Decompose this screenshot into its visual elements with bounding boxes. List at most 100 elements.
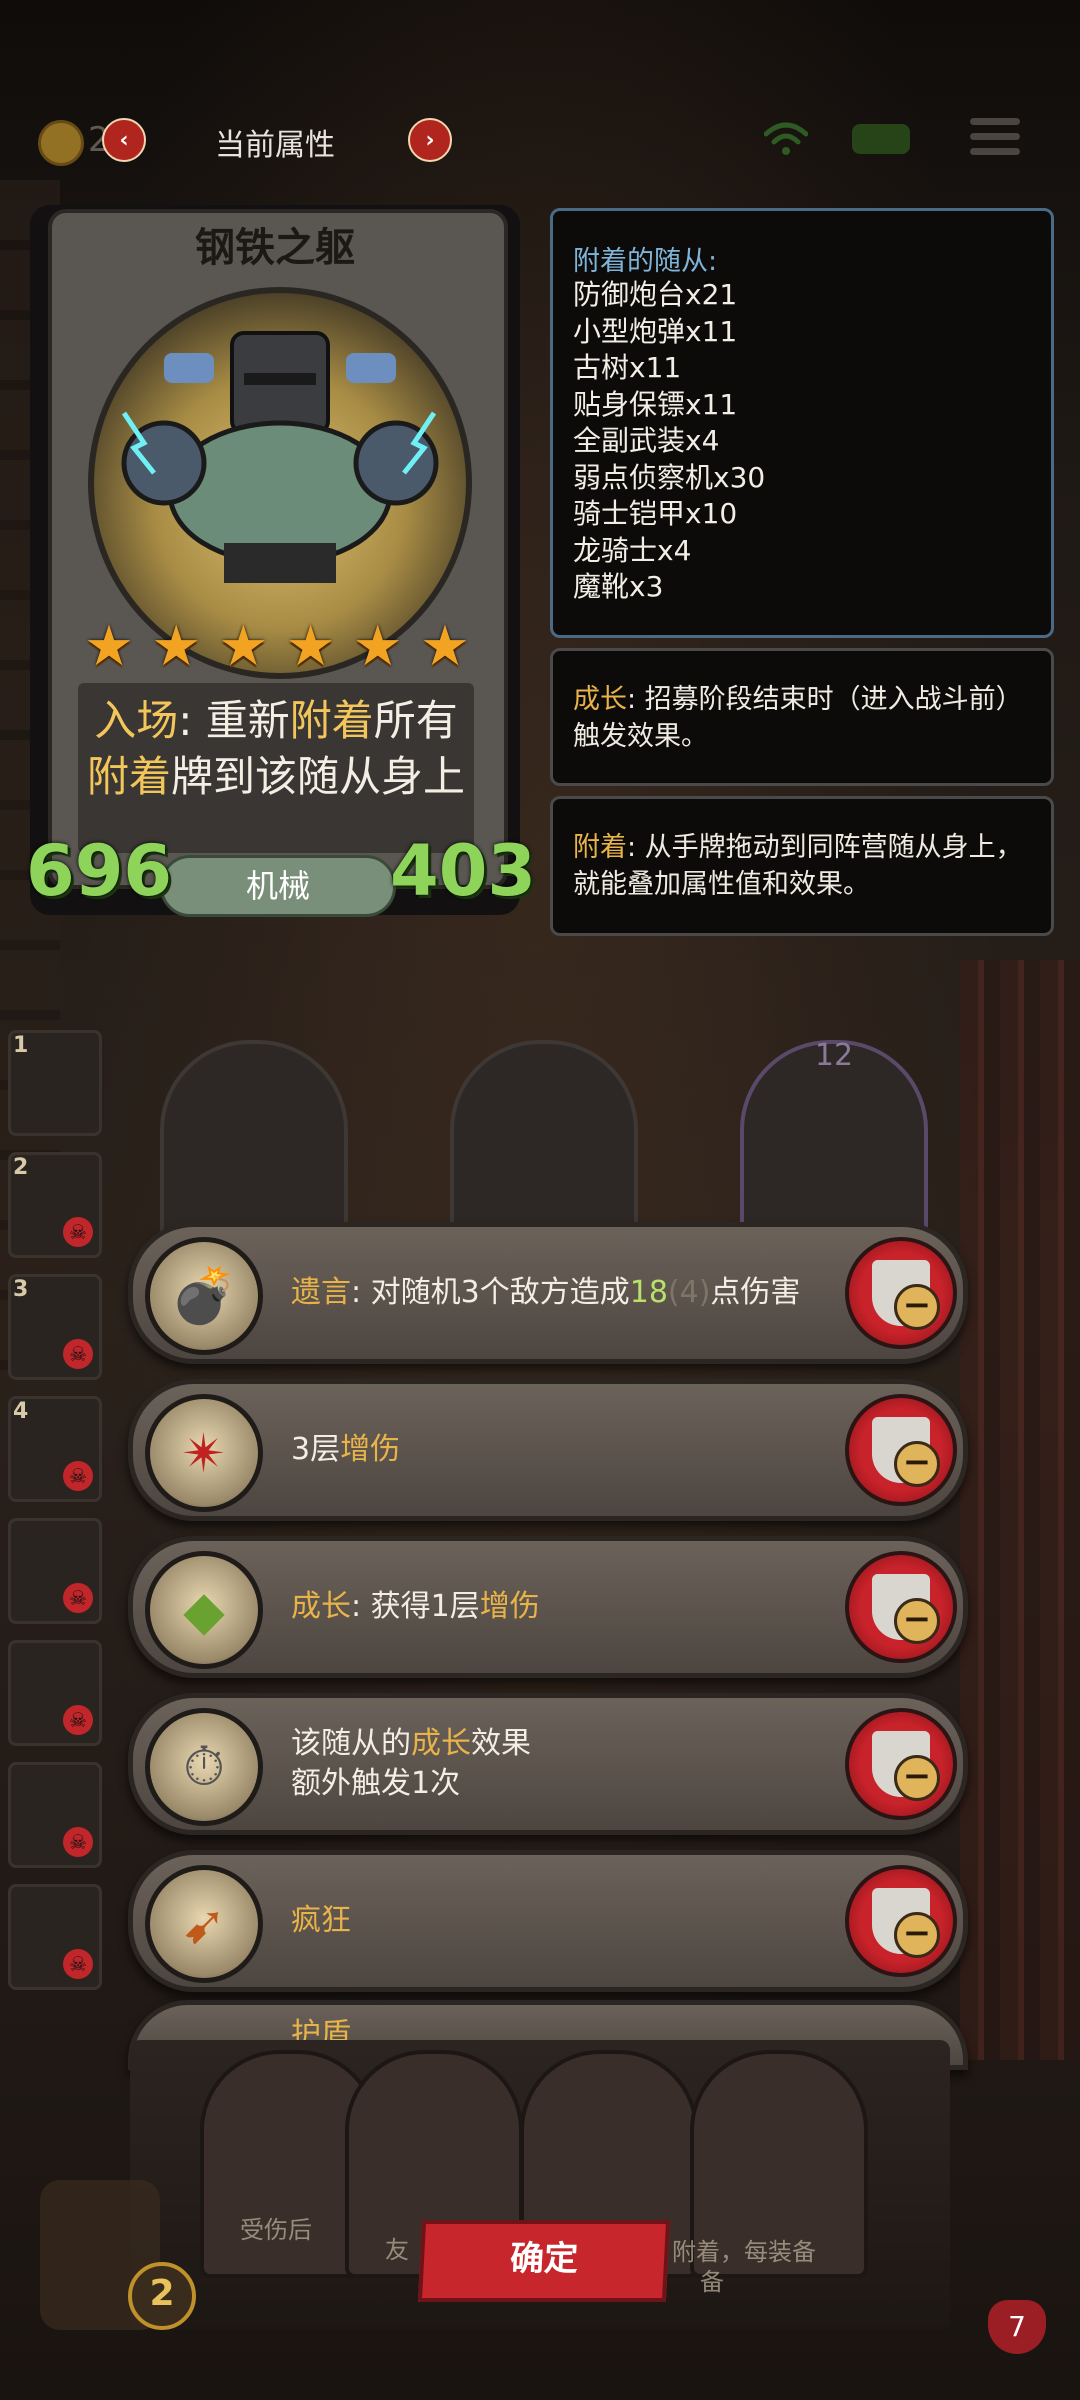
effect-row-growth[interactable]: ◆ 成长: 获得1层增伤 − (128, 1536, 968, 1678)
star-icon: ★ (151, 614, 202, 679)
attached-list: 防御炮台x21 小型炮弹x11 古树x11 贴身保镖x11 全副武装x4 弱点侦… (573, 277, 765, 606)
attached-item: 弱点侦察机x30 (573, 460, 766, 494)
skull-icon: ☠ (63, 1705, 93, 1735)
keyword-attach: 附着 (86, 752, 171, 801)
left-slot[interactable]: ☠ (8, 1518, 102, 1624)
slot-number: 3 (13, 1277, 29, 1302)
keyword-growth: 成长 (573, 684, 627, 715)
effect-desc: 3层 (291, 1432, 341, 1467)
battery-icon (852, 124, 910, 154)
previous-button[interactable]: ‹ (102, 118, 146, 162)
attached-item: 防御炮台x21 (573, 278, 738, 311)
star-icon: ★ (419, 614, 471, 679)
bomb-icon: 💣 (145, 1237, 263, 1355)
rage-horn-icon: ➹ (145, 1865, 263, 1983)
gold-counter: 2 (128, 2262, 196, 2330)
robot-illustration (121, 331, 439, 583)
slot-number: 4 (13, 1399, 29, 1424)
growth-text: 成长: 招募阶段结束时（进入战斗前）触发效果。 (573, 681, 1033, 755)
left-slot[interactable]: ☠ (8, 1884, 102, 1990)
skull-icon: ☠ (63, 1461, 93, 1491)
left-slot[interactable]: ☠ (8, 1640, 102, 1746)
left-slot[interactable]: 4 ☠ (8, 1396, 102, 1502)
health-value: 403 (390, 830, 537, 912)
attached-item: 贴身保镖x11 (573, 387, 738, 421)
effect-desc: 额外触发1次 (291, 1766, 461, 1801)
attached-item: 魔靴x3 (573, 570, 664, 603)
shield-icon: − (872, 1417, 940, 1487)
attached-item: 骑士铠甲x10 (573, 497, 738, 530)
effect-desc: 点伤害 (710, 1275, 801, 1310)
top-bar: 20 ‹ 当前属性 › (0, 100, 1080, 180)
remove-effect-button[interactable]: − (845, 1551, 957, 1663)
next-button[interactable]: › (408, 118, 452, 162)
minus-icon: − (894, 1912, 940, 1958)
slot-number: 12 (814, 1038, 854, 1073)
damage-base: (4) (667, 1275, 711, 1310)
left-slot[interactable]: ☠ (8, 1762, 102, 1868)
desc-text: : 重新 (178, 696, 290, 745)
hand-card-text: 受伤后 (240, 2216, 312, 2244)
claw-scratch-icon: ✴ (145, 1394, 263, 1512)
keyword-damage-boost: 增伤 (479, 1589, 540, 1624)
attach-keyword-panel: 附着: 从手牌拖动到同阵营随从身上，就能叠加属性值和效果。 (550, 796, 1054, 936)
keyword-damage-boost: 增伤 (340, 1432, 401, 1467)
shield-icon: − (872, 1260, 940, 1330)
shield-icon: − (872, 1731, 940, 1801)
shield-icon: − (872, 1888, 940, 1958)
left-slot[interactable]: 3 ☠ (8, 1274, 102, 1380)
effect-text: 遗言: 对随机3个敌方造成18(4)点伤害 (291, 1227, 811, 1359)
skull-icon: ☠ (63, 1583, 93, 1613)
growth-desc: : 招募阶段结束时（进入战斗前）触发效果。 (573, 684, 1023, 752)
keyword-frenzy: 疯狂 (291, 1903, 351, 1938)
attach-desc: : 从手牌拖动到同阵营随从身上，就能叠加属性值和效果。 (573, 832, 1023, 900)
effect-desc: : 获得1层 (351, 1589, 480, 1624)
effect-text: 疯狂 (291, 1855, 811, 1987)
attached-title: 附着的随从: (573, 246, 718, 277)
wifi-icon (764, 122, 808, 155)
desc-text: 所有 (373, 696, 458, 745)
hand-card-text: 友 (385, 2236, 409, 2264)
keyword-deathrattle: 遗言 (291, 1275, 351, 1310)
attach-text: 附着: 从手牌拖动到同阵营随从身上，就能叠加属性值和效果。 (573, 829, 1033, 903)
confirm-button[interactable]: 确定 (417, 2220, 671, 2302)
keyword-attach: 附着 (573, 832, 627, 863)
stopwatch-fist-icon: ⏱ (145, 1708, 263, 1826)
skull-icon: ☠ (63, 1339, 93, 1369)
attached-item: 小型炮弹x11 (573, 314, 738, 348)
effect-row-frenzy[interactable]: ➹ 疯狂 − (128, 1850, 968, 1992)
attached-minions-panel: 附着的随从: 防御炮台x21 小型炮弹x11 古树x11 贴身保镖x11 全副武… (550, 208, 1054, 638)
left-slot[interactable]: 2 ☠ (8, 1152, 102, 1258)
attack-value: 696 (26, 830, 173, 912)
star-rating: ★ ★ ★ ★ ★ ★ (82, 614, 472, 679)
left-slot[interactable]: 1 (8, 1030, 102, 1136)
effect-row-damage-boost[interactable]: ✴ 3层增伤 − (128, 1379, 968, 1521)
attached-item: 古树x11 (573, 351, 682, 384)
effect-row-growth-extra[interactable]: ⏱ 该随从的成长效果 额外触发1次 − (128, 1693, 968, 1835)
star-icon: ★ (352, 614, 403, 679)
minus-icon: − (894, 1441, 940, 1487)
gold-coin-icon (38, 120, 84, 166)
slot-number: 1 (13, 1033, 29, 1058)
effect-desc: 该随从的 (291, 1726, 411, 1761)
effect-desc: 效果 (471, 1726, 531, 1761)
card-name: 钢铁之躯 (195, 225, 355, 271)
star-icon: ★ (83, 614, 135, 679)
effect-text: 3层增伤 (291, 1384, 811, 1516)
remove-effect-button[interactable]: − (845, 1237, 957, 1349)
effect-row-deathrattle[interactable]: 💣 遗言: 对随机3个敌方造成18(4)点伤害 − (128, 1222, 968, 1364)
menu-icon[interactable] (970, 118, 1020, 162)
hand-card-text: 附着，每装备 (672, 2238, 816, 2266)
remove-effect-button[interactable]: − (845, 1708, 957, 1820)
minus-icon: − (894, 1284, 940, 1330)
skull-icon: ☠ (63, 1949, 93, 1979)
effect-text: 成长: 获得1层增伤 (291, 1541, 811, 1673)
tribe-label: 机械 (160, 855, 396, 917)
shield-icon: − (872, 1574, 940, 1644)
skull-icon: ☠ (63, 1217, 93, 1247)
remove-effect-button[interactable]: − (845, 1394, 957, 1506)
remove-effect-button[interactable]: − (845, 1865, 957, 1977)
attached-item: 龙骑士x4 (573, 533, 692, 567)
bookshelf-right (960, 960, 1080, 2060)
minion-card: 钢铁之躯 ★ ★ ★ ★ ★ ★ 入场: 重新附着所有 附着牌到该随从身上 机械 … (26, 205, 536, 917)
